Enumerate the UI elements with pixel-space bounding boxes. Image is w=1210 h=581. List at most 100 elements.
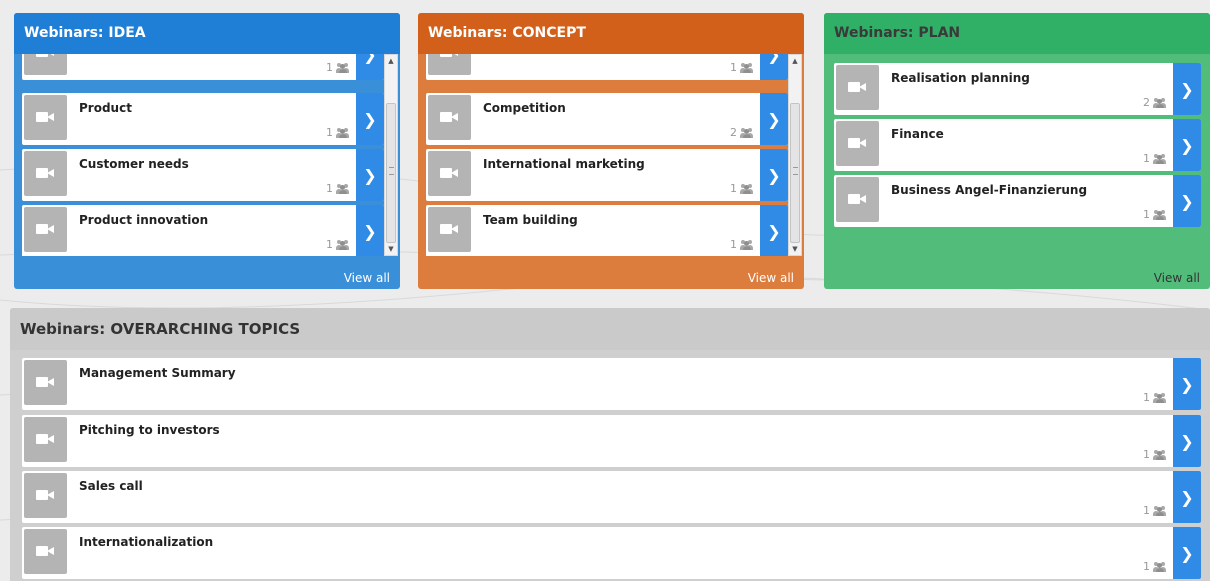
webinar-list[interactable]: 1 ❯ Product 1 ❯ Customer needs 1 ❯ Produ… [22, 54, 384, 256]
video-camera-icon [24, 95, 67, 140]
participant-count: 1 [730, 61, 737, 74]
list-item[interactable]: Internationalization 1 ❯ [22, 527, 1201, 579]
chevron-right-icon[interactable]: ❯ [1173, 527, 1201, 579]
item-title: International marketing [483, 157, 645, 171]
chevron-right-icon[interactable]: ❯ [760, 205, 788, 256]
video-camera-icon [836, 121, 879, 166]
participant-count: 2 [730, 126, 737, 139]
item-title: Product [79, 101, 132, 115]
participant-count: 1 [326, 238, 333, 251]
scrollbar-thumb[interactable] [790, 103, 800, 243]
item-title: Team building [483, 213, 578, 227]
chevron-right-icon[interactable]: ❯ [1173, 175, 1201, 227]
people-group-icon [740, 239, 754, 250]
list-item[interactable]: 1 ❯ [22, 54, 384, 80]
people-group-icon [1153, 209, 1167, 220]
people-group-icon [1153, 97, 1167, 108]
participant-count: 1 [1143, 208, 1150, 221]
video-camera-icon [836, 65, 879, 110]
panel-title: Webinars: IDEA [14, 13, 400, 54]
list-item[interactable]: Realisation planning 2 ❯ [834, 63, 1201, 115]
webinar-list[interactable]: Management Summary 1 ❯ Pitching to inves… [22, 358, 1201, 581]
people-group-icon [336, 183, 350, 194]
video-camera-icon [836, 177, 879, 222]
scroll-down-icon[interactable]: ▼ [789, 243, 801, 255]
scroll-up-icon[interactable]: ▲ [789, 55, 801, 67]
list-item[interactable]: Product innovation 1 ❯ [22, 205, 384, 256]
participant-count: 1 [1143, 152, 1150, 165]
item-title: Business Angel-Finanzierung [891, 183, 1088, 197]
panel-title: Webinars: CONCEPT [418, 13, 804, 54]
chevron-right-icon[interactable]: ❯ [760, 54, 788, 80]
participant-count: 1 [326, 182, 333, 195]
people-group-icon [336, 62, 350, 73]
list-item[interactable]: Management Summary 1 ❯ [22, 358, 1201, 410]
chevron-right-icon[interactable]: ❯ [1173, 471, 1201, 523]
item-title: Realisation planning [891, 71, 1030, 85]
participant-count: 1 [326, 61, 333, 74]
scrollbar[interactable]: ▲ ▼ [788, 54, 802, 256]
list-item[interactable]: International marketing 1 ❯ [426, 149, 788, 201]
participant-count: 1 [1143, 560, 1150, 573]
people-group-icon [1153, 561, 1167, 572]
panel-idea: Webinars: IDEA 1 ❯ Product 1 ❯ Customer … [14, 13, 400, 289]
item-title: Customer needs [79, 157, 189, 171]
item-title: Finance [891, 127, 944, 141]
video-camera-icon [24, 417, 67, 462]
chevron-right-icon[interactable]: ❯ [356, 149, 384, 201]
video-camera-icon [24, 207, 67, 252]
list-item[interactable]: 1 ❯ [426, 54, 788, 80]
list-item[interactable]: Finance 1 ❯ [834, 119, 1201, 171]
chevron-right-icon[interactable]: ❯ [760, 149, 788, 201]
video-camera-icon [24, 473, 67, 518]
chevron-right-icon[interactable]: ❯ [356, 54, 384, 80]
list-item[interactable]: Team building 1 ❯ [426, 205, 788, 256]
participant-count: 1 [1143, 391, 1150, 404]
participant-count: 1 [1143, 448, 1150, 461]
webinar-list[interactable]: Realisation planning 2 ❯ Finance 1 ❯ Bus… [834, 63, 1201, 243]
panel-plan: Webinars: PLAN Realisation planning 2 ❯ … [824, 13, 1210, 289]
chevron-right-icon[interactable]: ❯ [1173, 63, 1201, 115]
view-all-link[interactable]: View all [1154, 271, 1200, 285]
scroll-down-icon[interactable]: ▼ [385, 243, 397, 255]
item-title: Competition [483, 101, 566, 115]
chevron-right-icon[interactable]: ❯ [1173, 358, 1201, 410]
chevron-right-icon[interactable]: ❯ [356, 205, 384, 256]
item-title: Product innovation [79, 213, 209, 227]
list-item[interactable]: Product 1 ❯ [22, 93, 384, 145]
scrollbar[interactable]: ▲ ▼ [384, 54, 398, 256]
people-group-icon [1153, 449, 1167, 460]
view-all-link[interactable]: View all [748, 271, 794, 285]
item-title: Pitching to investors [79, 423, 220, 437]
video-camera-icon [24, 54, 67, 75]
video-camera-icon [24, 529, 67, 574]
list-item[interactable]: Business Angel-Finanzierung 1 ❯ [834, 175, 1201, 227]
item-title: Internationalization [79, 535, 214, 549]
panel-title: Webinars: OVERARCHING TOPICS [10, 308, 1210, 350]
panel-title: Webinars: PLAN [824, 13, 1210, 54]
video-camera-icon [428, 95, 471, 140]
chevron-right-icon[interactable]: ❯ [356, 93, 384, 145]
list-item[interactable]: Competition 2 ❯ [426, 93, 788, 145]
scroll-up-icon[interactable]: ▲ [385, 55, 397, 67]
scrollbar-thumb[interactable] [386, 103, 396, 243]
webinar-list[interactable]: 1 ❯ Competition 2 ❯ International market… [426, 54, 788, 256]
view-all-link[interactable]: View all [344, 271, 390, 285]
panel-overarching-topics: Webinars: OVERARCHING TOPICS Management … [10, 308, 1210, 581]
list-item[interactable]: Pitching to investors 1 ❯ [22, 415, 1201, 467]
people-group-icon [1153, 505, 1167, 516]
people-group-icon [336, 127, 350, 138]
chevron-right-icon[interactable]: ❯ [760, 93, 788, 145]
participant-count: 1 [1143, 504, 1150, 517]
panel-concept: Webinars: CONCEPT 1 ❯ Competition 2 ❯ In… [418, 13, 804, 289]
list-item[interactable]: Sales call 1 ❯ [22, 471, 1201, 523]
chevron-right-icon[interactable]: ❯ [1173, 415, 1201, 467]
participant-count: 2 [1143, 96, 1150, 109]
video-camera-icon [428, 207, 471, 252]
chevron-right-icon[interactable]: ❯ [1173, 119, 1201, 171]
list-item[interactable]: Customer needs 1 ❯ [22, 149, 384, 201]
participant-count: 1 [730, 238, 737, 251]
people-group-icon [740, 62, 754, 73]
video-camera-icon [428, 151, 471, 196]
video-camera-icon [428, 54, 471, 75]
